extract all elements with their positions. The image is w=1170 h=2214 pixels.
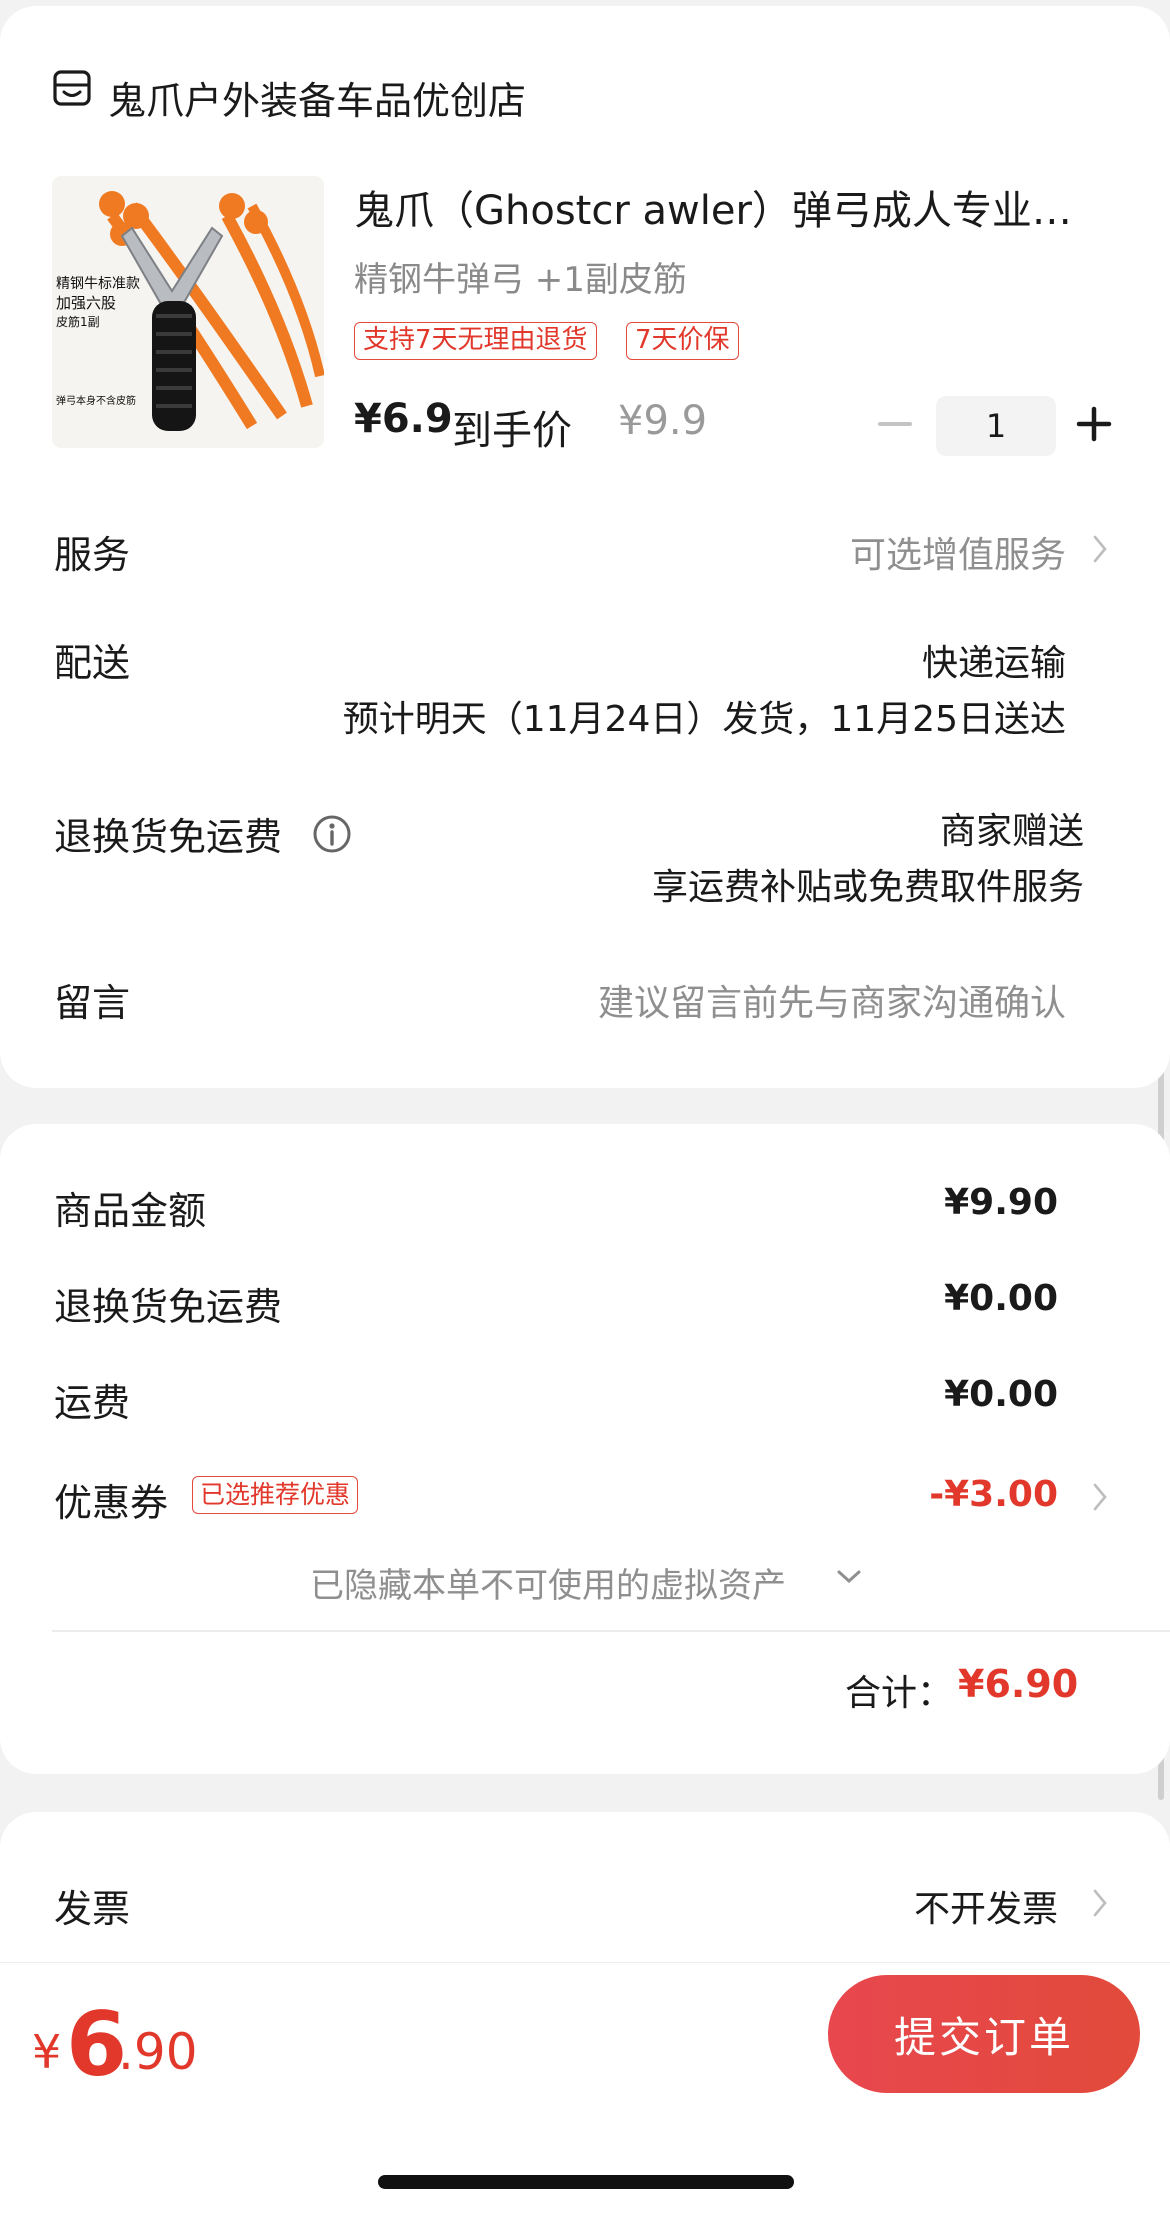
image-caption-3: 皮筋1副 (56, 314, 100, 329)
minus-icon[interactable] (878, 404, 912, 444)
order-card: 鬼爪户外装备车品优创店 精钢牛标准款 加强六股 皮筋1副 弹弓本身不含皮筋 鬼爪… (0, 6, 1170, 1088)
delivery-eta: 预计明天（11月24日）发货，11月25日送达 (342, 699, 1066, 740)
total-label: 合计： (845, 1673, 954, 1714)
message-label: 留言 (54, 981, 131, 1025)
chevron-right-icon[interactable] (1092, 1888, 1108, 1918)
image-caption-4: 弹弓本身不含皮筋 (56, 394, 136, 407)
invoice-value[interactable]: 不开发票 (914, 1880, 1058, 1932)
image-caption-2: 加强六股 (56, 294, 116, 312)
store-icon (53, 70, 91, 106)
return-policy-tag: 支持7天无理由退货 (354, 322, 597, 360)
product-title[interactable]: 鬼爪（Ghostcr awler）弹弓成人专业… (354, 178, 1104, 236)
invoice-label: 发票 (54, 1887, 131, 1931)
plus-icon[interactable] (1076, 404, 1112, 444)
chevron-right-icon[interactable] (1092, 1482, 1108, 1512)
return-shipping-value: 商家赠送 (939, 811, 1084, 852)
submit-order-button[interactable]: 提交订单 (828, 1975, 1140, 2093)
divider (52, 1630, 1170, 1632)
goods-amount-value: ¥9.90 (944, 1182, 1058, 1223)
checkout-bar: ¥ 6 .90 提交订单 (0, 1962, 1170, 2214)
service-label: 服务 (54, 533, 131, 577)
final-price-label: 到手价 (452, 408, 572, 454)
original-price: ¥9.9 (618, 398, 708, 444)
coupon-value[interactable]: -¥3.00 (929, 1474, 1058, 1515)
pay-currency: ¥ (32, 2025, 62, 2079)
coupon-recommended-tag: 已选推荐优惠 (192, 1476, 359, 1514)
coupon-label: 优惠券 (54, 1481, 169, 1525)
goods-amount-label: 商品金额 (54, 1189, 207, 1233)
shipping-label: 运费 (54, 1381, 131, 1425)
shipping-value: ¥0.00 (944, 1374, 1058, 1415)
return-shipping-detail: 享运费补贴或免费取件服务 (651, 867, 1084, 908)
image-caption-1: 精钢牛标准款 (56, 276, 140, 292)
pay-amount-decimal: .90 (118, 2023, 198, 2081)
product-spec[interactable]: 精钢牛弹弓 +1副皮筋 (354, 252, 687, 301)
product-image[interactable]: 精钢牛标准款 加强六股 皮筋1副 弹弓本身不含皮筋 (52, 176, 324, 448)
total-value: ¥6.90 (958, 1662, 1079, 1706)
quantity-input[interactable]: 1 (936, 396, 1056, 456)
pay-amount-integer: 6 (66, 1993, 127, 2096)
delivery-label: 配送 (54, 641, 131, 685)
return-fee-label: 退换货免运费 (54, 1285, 283, 1329)
store-name[interactable]: 鬼爪户外装备车品优创店 (108, 70, 526, 125)
price-protect-tag: 7天价保 (626, 322, 739, 360)
message-input[interactable]: 建议留言前先与商家沟通确认 (598, 974, 1066, 1026)
delivery-method[interactable]: 快递运输 (922, 634, 1066, 686)
slingshot-illustration: 精钢牛标准款 加强六股 皮筋1副 弹弓本身不含皮筋 (52, 176, 324, 448)
final-price: ¥6.9 (354, 396, 453, 442)
chevron-down-icon[interactable] (836, 1568, 862, 1586)
home-indicator[interactable] (378, 2175, 794, 2189)
chevron-right-icon[interactable] (1092, 534, 1108, 564)
return-fee-value: ¥0.00 (944, 1278, 1058, 1319)
info-icon[interactable] (312, 814, 352, 854)
service-value[interactable]: 可选增值服务 (850, 526, 1066, 578)
hidden-assets-toggle[interactable]: 已隐藏本单不可使用的虚拟资产 (310, 1558, 786, 1607)
return-shipping-label: 退换货免运费 (54, 815, 283, 859)
